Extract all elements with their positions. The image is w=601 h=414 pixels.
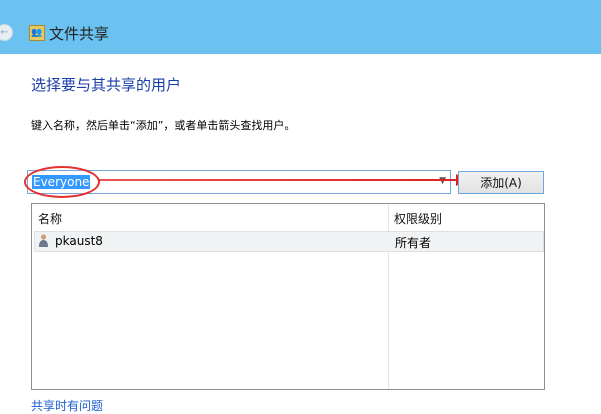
user-name: pkaust8: [55, 234, 103, 248]
column-header-name[interactable]: 名称: [38, 210, 62, 227]
page-heading: 选择要与其共享的用户: [31, 76, 182, 94]
table-row[interactable]: pkaust8 所有者: [34, 231, 544, 252]
permission-level[interactable]: 所有者: [395, 234, 431, 251]
title-bar: ← 👥 文件共享: [0, 0, 601, 54]
instructions: 键入名称，然后单击“添加”，或者单击箭头查找用户。: [31, 119, 296, 132]
column-header-permission[interactable]: 权限级别: [394, 210, 442, 227]
window-title: 文件共享: [49, 25, 110, 43]
user-icon: [39, 234, 48, 247]
table-header: 名称 权限级别: [32, 204, 544, 229]
users-table: 名称 权限级别 pkaust8 所有者: [31, 203, 545, 390]
chevron-down-icon[interactable]: ▼: [439, 176, 446, 186]
annotation-arrow-line: [98, 179, 458, 181]
users-share-icon: 👥: [29, 25, 45, 41]
add-button[interactable]: 添加(A): [458, 171, 544, 194]
back-arrow-icon[interactable]: ←: [0, 24, 13, 41]
annotation-circle: [24, 166, 100, 198]
sharing-help-link[interactable]: 共享时有问题: [31, 397, 103, 414]
